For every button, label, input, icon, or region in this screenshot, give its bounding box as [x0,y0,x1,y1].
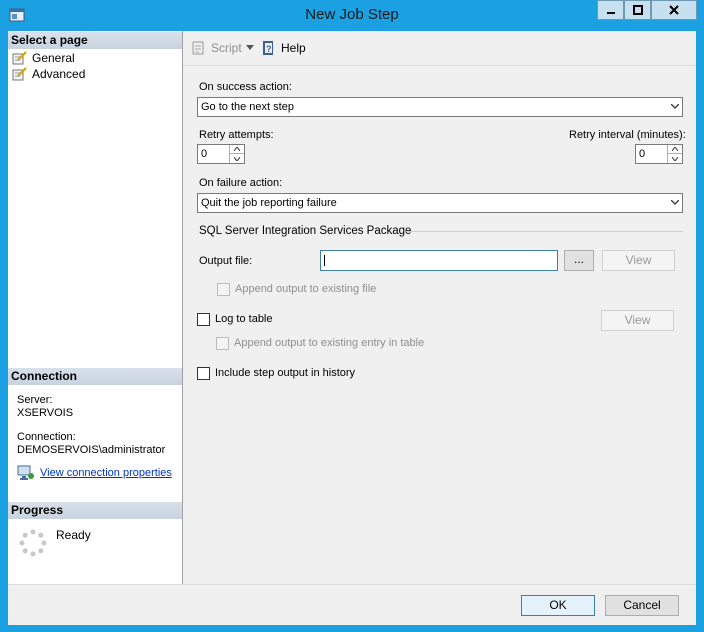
script-icon [192,41,204,55]
connection-label: Connection: [17,431,76,443]
chevron-up-icon [672,147,678,151]
left-pane: Select a page General Advanced Connectio… [8,31,183,584]
cancel-button[interactable]: Cancel [605,595,679,616]
include-history-label: Include step output in history [215,367,356,379]
ssis-group-label: SQL Server Integration Services Package [199,225,412,237]
chevron-down-icon [234,156,240,161]
log-to-table-label: Log to table [215,313,273,325]
view-output-button[interactable]: View [602,250,675,271]
toolbar: Script ? Help [183,31,696,66]
minimize-button[interactable] [597,0,624,20]
retry-interval-stepper[interactable]: 0 [635,144,683,164]
chevron-down-icon[interactable] [246,45,254,50]
append-entry-checkbox[interactable] [216,337,229,350]
help-button[interactable]: ? Help [261,40,306,56]
svg-text:?: ? [266,44,272,54]
chevron-down-icon [672,156,678,161]
on-success-value: Go to the next step [201,101,294,113]
close-button[interactable] [651,0,697,20]
page-item-label: General [32,51,75,65]
retry-interval-label: Retry interval (minutes): [569,129,686,141]
retry-interval-value: 0 [639,148,646,160]
group-divider [406,231,683,232]
help-icon: ? [263,41,273,55]
server-label: Server: [17,394,53,406]
browse-button[interactable]: ... [564,250,594,271]
page-icon [12,67,27,81]
view-connection-properties-link[interactable]: View connection properties [40,467,172,479]
retry-attempts-label: Retry attempts: [199,129,274,141]
page-item-general[interactable]: General [12,50,75,66]
on-failure-dropdown[interactable]: Quit the job reporting failure [197,193,683,213]
connection-properties-icon [17,465,34,480]
server-value: XSERVOIS [17,407,74,419]
maximize-button[interactable] [624,0,651,20]
connection-header: Connection [8,368,182,385]
spin-up-button[interactable] [668,145,682,154]
connection-value: DEMOSERVOIS\administrator [17,444,166,456]
retry-attempts-value: 0 [201,148,208,160]
output-file-label: Output file: [199,255,253,267]
script-button[interactable]: Script [191,40,242,56]
dialog-window: New Job Step Select a page General Advan… [0,0,704,632]
dialog-client: Select a page General Advanced Connectio… [8,31,696,625]
on-success-dropdown[interactable]: Go to the next step [197,97,683,117]
on-failure-label: On failure action: [199,177,283,189]
title-bar[interactable]: New Job Step [0,0,704,30]
help-label: Help [281,41,306,55]
retry-attempts-stepper[interactable]: 0 [197,144,245,164]
progress-status: Ready [56,528,91,542]
progress-spinner-icon [19,529,47,557]
select-page-header: Select a page [8,32,182,49]
on-success-label: On success action: [199,81,292,93]
spin-down-button[interactable] [230,154,244,163]
dialog-footer: OK Cancel [8,584,696,625]
maximize-icon [632,5,643,15]
ok-button[interactable]: OK [521,595,595,616]
append-output-checkbox[interactable] [217,283,230,296]
page-item-advanced[interactable]: Advanced [12,66,85,82]
spin-down-button[interactable] [668,154,682,163]
on-failure-value: Quit the job reporting failure [201,197,337,209]
chevron-down-icon [671,104,679,109]
append-output-label: Append output to existing file [235,283,377,295]
progress-header: Progress [8,502,182,519]
chevron-down-icon [671,200,679,205]
append-entry-label: Append output to existing entry in table [234,337,425,349]
minimize-icon [606,12,615,14]
script-label: Script [211,41,242,55]
close-icon [669,5,679,15]
spin-up-button[interactable] [230,145,244,154]
page-icon [12,51,27,65]
log-to-table-checkbox[interactable] [197,313,210,326]
chevron-up-icon [234,147,240,151]
include-history-checkbox[interactable] [197,367,210,380]
page-item-label: Advanced [32,67,86,81]
output-file-input[interactable] [320,250,558,271]
view-table-button[interactable]: View [601,310,674,331]
text-caret [324,255,325,266]
